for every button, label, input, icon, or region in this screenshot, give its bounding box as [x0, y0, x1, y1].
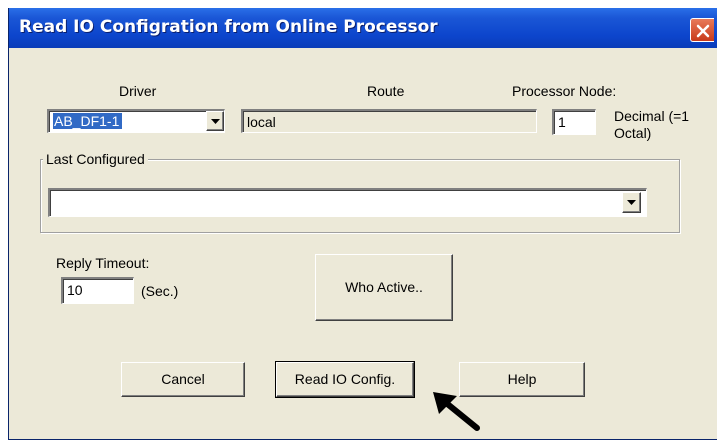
driver-select[interactable]: AB_DF1-1 — [47, 109, 225, 133]
driver-label: Driver — [119, 83, 157, 99]
close-icon — [696, 24, 710, 38]
read-io-config-button[interactable]: Read IO Config. — [275, 361, 415, 398]
last-configured-dropdown-button[interactable] — [622, 192, 641, 213]
driver-value: AB_DF1-1 — [53, 113, 123, 129]
close-button[interactable] — [690, 18, 714, 42]
processor-node-input[interactable]: 1 — [552, 109, 596, 135]
who-active-button[interactable]: Who Active.. — [315, 254, 453, 321]
processor-node-label: Processor Node: — [512, 83, 617, 99]
chevron-down-icon — [627, 200, 636, 205]
processor-node-format-line2: Octal) — [614, 125, 652, 141]
reply-timeout-input[interactable]: 10 — [61, 277, 134, 304]
reply-timeout-unit: (Sec.) — [141, 283, 179, 299]
driver-dropdown-button[interactable] — [206, 111, 224, 131]
title-bar[interactable]: Read IO Configration from Online Process… — [9, 8, 717, 48]
last-configured-label: Last Configured — [43, 151, 148, 167]
dialog-window: Read IO Configration from Online Process… — [8, 8, 717, 440]
arrow-pointer-icon — [433, 392, 480, 431]
cancel-button[interactable]: Cancel — [121, 362, 245, 397]
route-field: local — [241, 109, 537, 133]
processor-node-format-line1: Decimal (=1 — [614, 108, 690, 124]
reply-timeout-label: Reply Timeout: — [56, 255, 150, 271]
window-title: Read IO Configration from Online Process… — [19, 17, 438, 37]
last-configured-select[interactable] — [48, 188, 647, 217]
chevron-down-icon — [211, 119, 220, 124]
route-label: Route — [367, 83, 405, 99]
